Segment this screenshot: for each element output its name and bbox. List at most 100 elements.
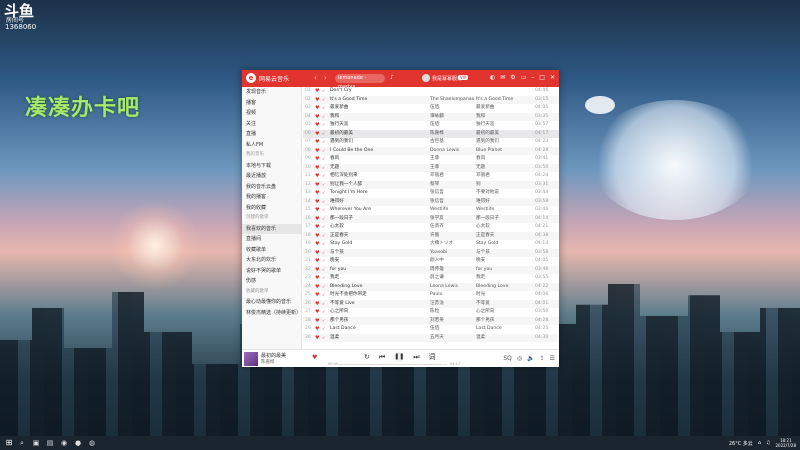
- song-row[interactable]: 24 Bleeding Love Leona Lewis Bleeding Love 0…: [303, 282, 559, 292]
- pause-button[interactable]: ❚❚: [394, 352, 404, 362]
- song-row[interactable]: 14 难得好 张信哲 难得好 03:58 ♥ ✓: [303, 197, 559, 206]
- like-icon[interactable]: ♥: [315, 240, 319, 249]
- minimize-icon[interactable]: –: [531, 74, 534, 81]
- like-icon[interactable]: ♥: [315, 130, 319, 139]
- now-playing-artist[interactable]: 陈嘉桦: [261, 359, 275, 365]
- song-row[interactable]: 28 那个男孩 刘若英 那个男孩 04:28 ♥ ✓: [303, 316, 559, 326]
- app-brand[interactable]: e 网易云音乐: [246, 73, 289, 83]
- song-row[interactable]: 11 相忆深处别来 邓丽君 邓丽君 04:24 ♥ ✓: [303, 172, 559, 181]
- album-cover[interactable]: [244, 352, 258, 366]
- skin-icon[interactable]: ◐: [490, 74, 495, 81]
- like-icon[interactable]: ♥: [315, 257, 319, 266]
- song-row[interactable]: 26 不等爱 Live 汪苏泷 不等爱 04:01 ♥ ✓: [303, 299, 559, 308]
- song-row[interactable]: 27 心之所向 陈粒 心之所向 03:50 ♥ ✓: [303, 308, 559, 317]
- sidebar-item[interactable]: 直播间: [242, 234, 301, 245]
- sidebar-item[interactable]: 视频: [242, 108, 301, 119]
- like-icon[interactable]: ♥: [315, 87, 319, 96]
- sidebar-item[interactable]: 本地与下载: [242, 161, 301, 172]
- like-icon[interactable]: ♥: [315, 147, 319, 156]
- song-row[interactable]: 09 春风 王菲 春风 03:41 ♥ ✓: [303, 155, 559, 164]
- like-icon[interactable]: ♥: [315, 206, 319, 215]
- back-icon[interactable]: ‹: [314, 74, 317, 82]
- song-row[interactable]: 18 正是春天 许嵩 正是春天 04:38 ♥ ✓: [303, 231, 559, 240]
- loop-icon[interactable]: ↻: [364, 353, 370, 361]
- next-icon[interactable]: ⏭: [413, 353, 419, 362]
- share-icon[interactable]: ⇪: [540, 355, 545, 362]
- song-row[interactable]: 10 无题 王菲 无题 03:50 ♥ ✓: [303, 163, 559, 173]
- weather[interactable]: 26°C 多云: [729, 440, 753, 447]
- prev-icon[interactable]: ⏮: [379, 353, 385, 362]
- progress-bar[interactable]: [337, 364, 447, 365]
- sidebar-item[interactable]: 林俊杰精选（持续更新）: [242, 308, 301, 319]
- like-icon[interactable]: ♥: [315, 317, 319, 326]
- song-row[interactable]: 01 Don't Cry 04:46 ♥ ✓: [303, 87, 559, 96]
- sidebar-item[interactable]: 我喜欢的音乐: [242, 223, 301, 234]
- sidebar-item[interactable]: 伤感: [242, 276, 301, 287]
- forward-icon[interactable]: ›: [324, 74, 327, 82]
- sidebar-item[interactable]: 播客: [242, 98, 301, 109]
- song-row[interactable]: 30 温柔 五月天 温柔 04:30 ♥ ✓: [303, 333, 559, 342]
- like-icon[interactable]: ♥: [315, 223, 319, 232]
- mic-icon[interactable]: ♪: [390, 74, 394, 81]
- music-taskbar-icon[interactable]: ●: [71, 436, 85, 450]
- song-row[interactable]: 08 I Could Be the One Donna Lewis Blue Plan…: [303, 146, 559, 156]
- like-icon[interactable]: ♥: [315, 104, 319, 113]
- now-playing-title[interactable]: 最初的最美: [261, 352, 286, 359]
- sidebar-item[interactable]: 说好不哭的歌单: [242, 266, 301, 277]
- like-icon[interactable]: ♥: [315, 266, 319, 275]
- like-icon[interactable]: ♥: [315, 181, 319, 190]
- lyrics-icon[interactable]: 词: [429, 352, 436, 362]
- sidebar-item[interactable]: 发现音乐: [242, 87, 301, 98]
- search-input[interactable]: lemonade - mariya: [335, 74, 385, 90]
- sidebar-item[interactable]: 直播: [242, 129, 301, 140]
- playlist-icon[interactable]: ☰: [550, 355, 555, 362]
- like-icon[interactable]: ♥: [315, 291, 319, 300]
- like-icon[interactable]: ♥: [315, 164, 319, 173]
- song-row[interactable]: 23 我走 薛之谦 我走 03:55 ♥ ✓: [303, 274, 559, 283]
- volume-tray-icon[interactable]: ♫: [766, 440, 770, 446]
- avatar[interactable]: [422, 74, 430, 82]
- close-icon[interactable]: ✕: [550, 74, 555, 81]
- song-row[interactable]: 04 我和 谭咏麟 我和 03:35 ♥ ✓: [303, 112, 559, 122]
- song-row[interactable]: 03 最爱新曲 伍佰 最爱新曲 04:05 ♥ ✓: [303, 104, 559, 113]
- song-row[interactable]: 20 与个孩 Yoasobi 与个孩 03:58 ♥ ✓: [303, 248, 559, 258]
- like-icon[interactable]: ♥: [315, 325, 319, 334]
- mini-icon[interactable]: ▭: [521, 74, 527, 81]
- song-row[interactable]: 16 那一段日子 张学友 那一段日子 04:14 ♥ ✓: [303, 214, 559, 224]
- song-row[interactable]: 13 Tonight I'm Here 张信哲 不要对他说 03:44 ♥ ✓: [303, 189, 559, 198]
- sidebar-item[interactable]: 关注: [242, 119, 301, 130]
- sidebar-item[interactable]: 我的收藏: [242, 203, 301, 214]
- like-icon[interactable]: ♥: [315, 283, 319, 292]
- network-icon[interactable]: ⌂: [758, 440, 761, 446]
- like-icon[interactable]: ♥: [315, 249, 319, 258]
- like-icon[interactable]: ♥: [315, 172, 319, 181]
- like-icon[interactable]: ♥: [315, 113, 319, 122]
- vip-badge[interactable]: VIP: [458, 75, 469, 80]
- clock[interactable]: 18:21 2022/7/28: [775, 438, 796, 448]
- sidebar-item[interactable]: 最近播放: [242, 171, 301, 182]
- sidebar-item[interactable]: 最心动最懂你的音乐: [242, 297, 301, 308]
- volume-icon[interactable]: 🔈: [527, 355, 534, 362]
- quality-icon[interactable]: SQ: [503, 355, 512, 362]
- song-row[interactable]: 05 独行天涯 伍佰 独行天涯 03:57 ♥ ✓: [303, 121, 559, 130]
- like-icon[interactable]: ♥: [315, 215, 319, 224]
- settings-icon[interactable]: ⚙: [510, 74, 515, 81]
- like-icon[interactable]: ♥: [315, 189, 319, 198]
- like-icon[interactable]: ♥: [315, 274, 319, 283]
- like-icon[interactable]: ♥: [315, 96, 319, 105]
- like-icon[interactable]: ♥: [315, 308, 319, 317]
- search-icon[interactable]: ⌕: [15, 436, 29, 450]
- song-row[interactable]: 15 Wherever You Are Westlife Westlife 03:46 ♥…: [303, 206, 559, 215]
- song-row[interactable]: 22 for you 周传雄 for you 03:46 ♥ ✓: [303, 265, 559, 275]
- sidebar-item[interactable]: 我的音乐云盘: [242, 182, 301, 193]
- browser-icon[interactable]: ◉: [57, 436, 71, 450]
- sidebar-item[interactable]: 收藏歌单: [242, 245, 301, 256]
- song-row[interactable]: 17 心太软 任贤齐 心太软 04:21 ♥ ✓: [303, 223, 559, 232]
- like-icon[interactable]: ♥: [315, 155, 319, 164]
- explorer-icon[interactable]: ▤: [43, 436, 57, 450]
- task-view-icon[interactable]: ▣: [29, 436, 43, 450]
- effect-icon[interactable]: ◎: [517, 355, 522, 362]
- song-row[interactable]: 19 Stay Gold 大橋トリオ Stay Gold 04:14 ♥ ✓: [303, 240, 559, 249]
- like-icon[interactable]: ♥: [315, 121, 319, 130]
- song-row[interactable]: 02It's a Good TimeThe ShaelumpanaonxIt's…: [303, 95, 559, 105]
